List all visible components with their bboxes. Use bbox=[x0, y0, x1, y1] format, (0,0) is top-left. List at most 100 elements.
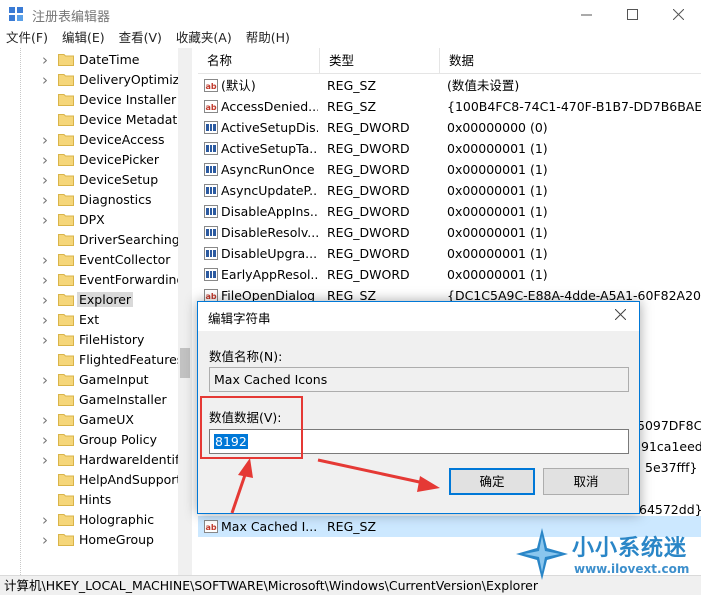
close-window-button[interactable] bbox=[655, 0, 701, 28]
list-cell-type: REG_SZ bbox=[327, 99, 377, 114]
cancel-button[interactable]: 取消 bbox=[543, 468, 629, 495]
column-type-header[interactable]: 类型 bbox=[320, 48, 440, 74]
menu-edit[interactable]: 编辑(E) bbox=[62, 28, 105, 48]
tree-item[interactable]: › EventForwarding bbox=[0, 270, 179, 290]
close-icon bbox=[672, 8, 684, 20]
chevron-right-icon[interactable]: › bbox=[42, 433, 54, 448]
tree-item[interactable]: › DeliveryOptimiza bbox=[0, 70, 179, 90]
tree-item[interactable]: › DeviceSetup bbox=[0, 170, 178, 190]
chevron-right-icon[interactable]: › bbox=[42, 313, 54, 328]
tree-item[interactable]: Device Installer bbox=[0, 90, 178, 110]
chevron-right-icon[interactable]: › bbox=[42, 133, 54, 148]
list-row[interactable]: ActiveSetupDis... REG_DWORD 0x00000000 (0) bbox=[198, 117, 701, 138]
list-row[interactable]: DisableAppIns... REG_DWORD 0x00000001 (1) bbox=[198, 201, 701, 222]
value-name: AccessDenied... bbox=[221, 99, 318, 114]
tree-item[interactable]: Hints bbox=[0, 490, 178, 510]
chevron-right-icon[interactable]: › bbox=[42, 513, 54, 528]
tree-item[interactable]: HelpAndSupport bbox=[0, 470, 179, 490]
chevron-right-icon[interactable]: › bbox=[42, 373, 54, 388]
chevron-right-icon[interactable]: › bbox=[42, 153, 54, 168]
chevron-right-icon[interactable]: › bbox=[42, 253, 54, 268]
chevron-right-icon bbox=[42, 393, 54, 407]
tree-scrollbar-thumb[interactable] bbox=[180, 348, 190, 378]
list-cell-name: AsyncUpdateP... bbox=[204, 180, 318, 201]
tree-item[interactable]: › HardwareIdentifi bbox=[0, 450, 179, 470]
menu-favorites[interactable]: 收藏夹(A) bbox=[176, 28, 232, 48]
ok-button[interactable]: 确定 bbox=[449, 468, 535, 495]
menu-view[interactable]: 查看(V) bbox=[119, 28, 162, 48]
chevron-right-icon[interactable]: › bbox=[42, 193, 54, 208]
list-cell-type: REG_DWORD bbox=[327, 162, 410, 177]
tree-item[interactable]: › Group Policy bbox=[0, 430, 178, 450]
tree-item[interactable]: › GameUX bbox=[0, 410, 178, 430]
value-name-field[interactable]: Max Cached Icons bbox=[209, 367, 629, 392]
list-row[interactable]: EarlyAppResol... REG_DWORD 0x00000001 (1) bbox=[198, 264, 701, 285]
tree-item[interactable]: FlightedFeatures bbox=[0, 350, 179, 370]
list-row[interactable]: ab (默认) REG_SZ (数值未设置) bbox=[198, 75, 701, 96]
tree-item[interactable]: › Ext bbox=[0, 310, 178, 330]
list-row[interactable]: ab AccessDenied... REG_SZ {100B4FC8-74C1-47… bbox=[198, 96, 701, 117]
minimize-icon bbox=[580, 14, 592, 15]
tree-item[interactable]: GameInstaller bbox=[0, 390, 178, 410]
list-cell-type: REG_DWORD bbox=[327, 267, 410, 282]
chevron-right-icon[interactable]: › bbox=[42, 273, 54, 288]
folder-icon bbox=[58, 354, 74, 366]
folder-icon bbox=[58, 194, 74, 206]
tree-item[interactable]: › DeviceAccess bbox=[0, 130, 178, 150]
tree-item[interactable]: › Holographic bbox=[0, 510, 178, 530]
list-cell-data: 0x00000001 (1) bbox=[447, 162, 548, 177]
folder-icon bbox=[58, 474, 74, 486]
watermark-logo: 小小系统迷 www.ilovext.com bbox=[514, 518, 698, 588]
tree-item-label: Diagnostics bbox=[79, 192, 152, 207]
folder-icon bbox=[58, 334, 74, 346]
tree-item[interactable]: › DateTime bbox=[0, 50, 178, 70]
list-cell-type: REG_SZ bbox=[327, 78, 377, 93]
list-cell-data: 0x00000001 (1) bbox=[447, 267, 548, 282]
tree-item[interactable]: › Diagnostics bbox=[0, 190, 178, 210]
maximize-button[interactable] bbox=[609, 0, 655, 28]
folder-icon bbox=[58, 274, 74, 286]
column-name-header[interactable]: 名称 bbox=[198, 48, 320, 74]
list-row[interactable]: AsyncRunOnce REG_DWORD 0x00000001 (1) bbox=[198, 159, 701, 180]
chevron-right-icon[interactable]: › bbox=[42, 73, 54, 88]
tree-item[interactable]: › HomeGroup bbox=[0, 530, 178, 550]
folder-icon bbox=[58, 174, 74, 186]
menu-file[interactable]: 文件(F) bbox=[6, 28, 48, 48]
chevron-right-icon[interactable]: › bbox=[42, 333, 54, 348]
folder-icon bbox=[58, 314, 74, 326]
tree-item[interactable]: › DevicePicker bbox=[0, 150, 178, 170]
registry-key-tree[interactable]: › DateTime › DeliveryOptimiza Device Install… bbox=[0, 48, 192, 575]
tree-item[interactable]: › FileHistory bbox=[0, 330, 178, 350]
chevron-right-icon[interactable]: › bbox=[42, 453, 54, 468]
tree-item-label: DPX bbox=[79, 212, 105, 227]
tree-item[interactable]: › EventCollector bbox=[0, 250, 178, 270]
list-cell-data: 0x00000001 (1) bbox=[447, 225, 548, 240]
column-data-header[interactable]: 数据 bbox=[440, 48, 701, 74]
tree-scrollbar[interactable] bbox=[178, 48, 192, 575]
dialog-close-button[interactable] bbox=[609, 305, 631, 327]
chevron-right-icon[interactable]: › bbox=[42, 413, 54, 428]
reg-dword-icon bbox=[204, 226, 218, 239]
list-row[interactable]: DisableUpgra... REG_DWORD 0x00000001 (1) bbox=[198, 243, 701, 264]
chevron-right-icon[interactable]: › bbox=[42, 213, 54, 228]
list-cell-data: 0x00000000 (0) bbox=[447, 120, 548, 135]
tree-item-label: EventCollector bbox=[79, 252, 171, 267]
menu-help[interactable]: 帮助(H) bbox=[246, 28, 290, 48]
tree-item[interactable]: › GameInput bbox=[0, 370, 178, 390]
tree-item[interactable]: DriverSearching bbox=[0, 230, 179, 250]
chevron-right-icon[interactable]: › bbox=[42, 533, 54, 548]
chevron-right-icon[interactable]: › bbox=[42, 173, 54, 188]
reg-sz-icon: ab bbox=[204, 79, 218, 92]
dialog-title-bar: 编辑字符串 bbox=[198, 302, 639, 331]
minimize-button[interactable] bbox=[563, 0, 609, 28]
tree-item[interactable]: › DPX bbox=[0, 210, 178, 230]
value-name: DisableResolv... bbox=[221, 225, 318, 240]
list-row[interactable]: AsyncUpdateP... REG_DWORD 0x00000001 (1) bbox=[198, 180, 701, 201]
list-row[interactable]: DisableResolv... REG_DWORD 0x00000001 (1) bbox=[198, 222, 701, 243]
tree-item[interactable]: Device Metadata bbox=[0, 110, 179, 130]
chevron-right-icon[interactable]: › bbox=[42, 53, 54, 68]
list-row[interactable]: ActiveSetupTa... REG_DWORD 0x00000001 (1) bbox=[198, 138, 701, 159]
tree-item[interactable]: › Explorer bbox=[0, 290, 178, 310]
chevron-right-icon[interactable]: › bbox=[42, 293, 54, 308]
tree-item-label: DeviceAccess bbox=[79, 132, 165, 147]
